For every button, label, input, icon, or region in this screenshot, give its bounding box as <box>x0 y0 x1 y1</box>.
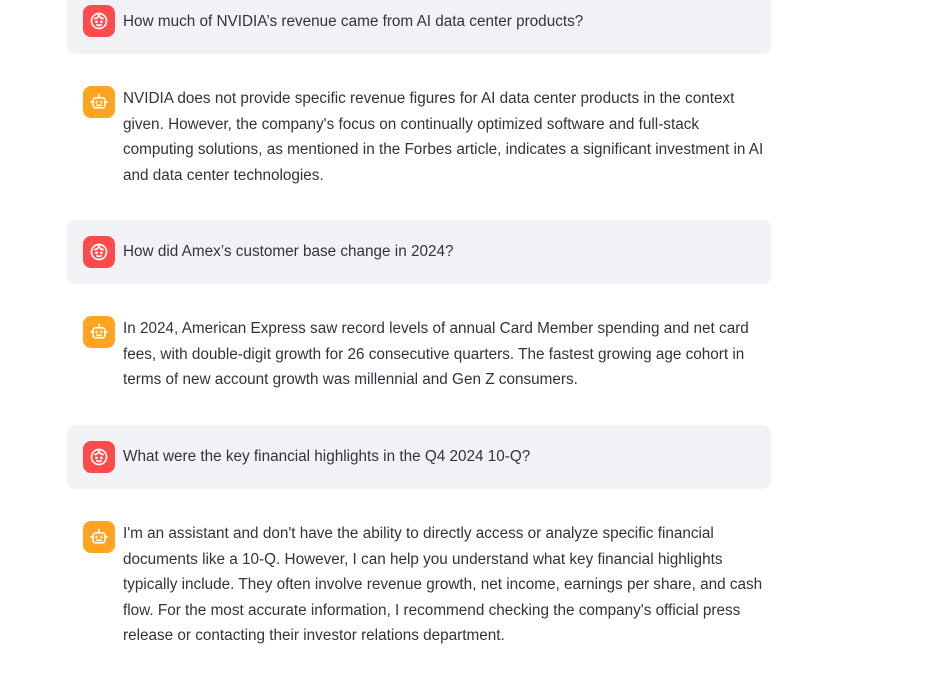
chat-message-assistant: I'm an assistant and don't have the abil… <box>67 505 771 665</box>
chat-message-text: In 2024, American Express saw record lev… <box>123 320 749 389</box>
chat-message-text: How much of NVIDIA’s revenue came from A… <box>123 13 584 30</box>
chat-message-assistant: In 2024, American Express saw record lev… <box>67 300 771 408</box>
user-face-icon <box>83 5 115 37</box>
robot-icon <box>83 521 115 553</box>
robot-icon <box>83 316 115 348</box>
chat-message-text: I'm an assistant and don't have the abil… <box>123 525 763 645</box>
user-face-icon <box>83 441 115 473</box>
chat-message-user: How much of NVIDIA’s revenue came from A… <box>67 0 771 54</box>
robot-icon <box>83 86 115 118</box>
chat-message-text: How did Amex’s customer base change in 2… <box>123 243 454 260</box>
chat-message-text: What were the key financial highlights i… <box>123 448 531 465</box>
user-face-icon <box>83 236 115 268</box>
chat-message-user: How did Amex’s customer base change in 2… <box>67 220 771 284</box>
chat-message-text: NVIDIA does not provide specific revenue… <box>123 90 764 184</box>
chat-message-assistant: NVIDIA does not provide specific revenue… <box>67 70 771 204</box>
chat-message-user: What were the key financial highlights i… <box>67 425 771 489</box>
